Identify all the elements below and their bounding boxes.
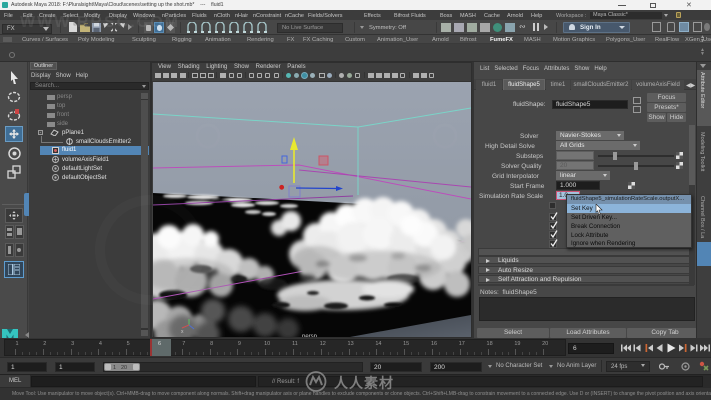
svg-text:persp: persp — [302, 334, 318, 337]
